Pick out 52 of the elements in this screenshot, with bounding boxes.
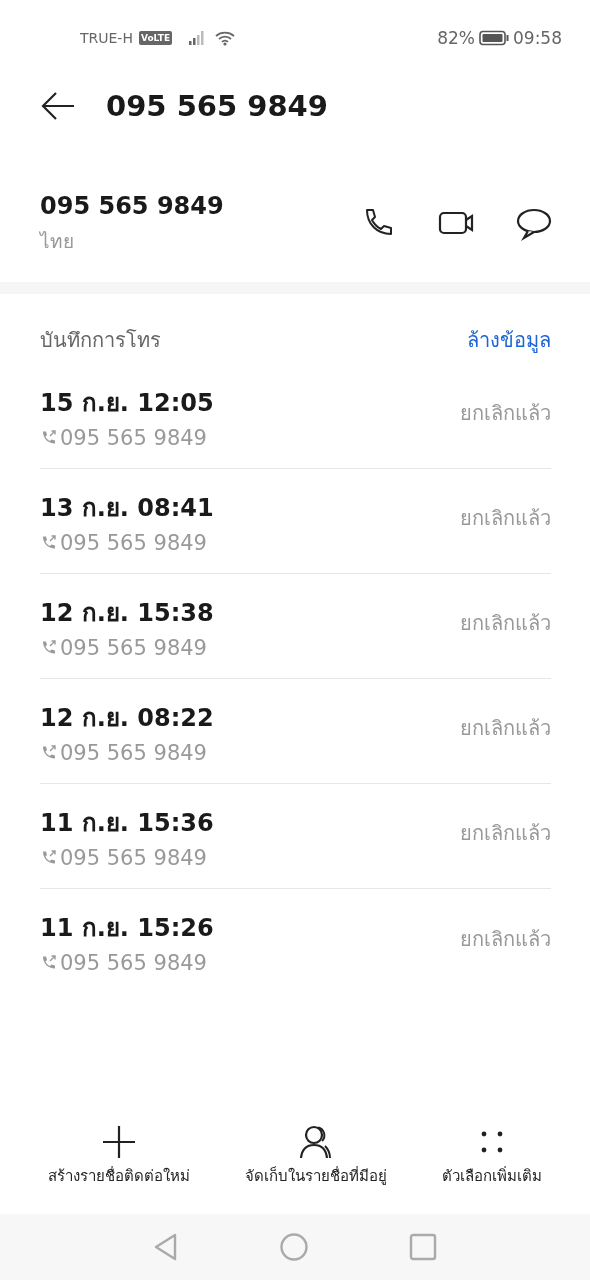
call-status: ยกเลิกแล้ว bbox=[460, 610, 551, 637]
outgoing-call-icon bbox=[40, 639, 56, 656]
call-status: ยกเลิกแล้ว bbox=[460, 505, 551, 532]
volte-badge: VoLTE bbox=[138, 31, 173, 45]
section-title: บันทึกการโทร bbox=[40, 327, 161, 354]
call-status: ยกเลิกแล้ว bbox=[460, 925, 551, 953]
call-status: ยกเลิกแล้ว bbox=[460, 400, 551, 427]
call-log-item[interactable]: 11 ก.ย. 15:26 095 565 9849 ยกเลิกแล้ว bbox=[40, 889, 551, 994]
outgoing-call-icon bbox=[40, 429, 56, 446]
call-status: ยกเลิกแล้ว bbox=[460, 715, 551, 742]
carrier-name: TRUE-H bbox=[80, 30, 133, 46]
call-status: ยกเลิกแล้ว bbox=[460, 820, 551, 847]
battery-percent: 82% bbox=[437, 28, 475, 48]
status-time: 09:58 bbox=[513, 28, 562, 48]
call-number: 095 565 9849 bbox=[60, 635, 207, 660]
action-button[interactable]: สร้างรายชื่อติดต่อใหม่ bbox=[47, 1124, 190, 1204]
back-button[interactable] bbox=[40, 91, 76, 121]
home-nav-icon bbox=[279, 1232, 309, 1262]
action-button[interactable]: จัดเก็บในรายชื่อที่มีอยู่ bbox=[245, 1124, 387, 1204]
people-icon bbox=[298, 1124, 334, 1160]
back-icon bbox=[40, 91, 76, 121]
battery-icon bbox=[479, 30, 509, 46]
call-log-item[interactable]: 13 ก.ย. 08:41 095 565 9849 ยกเลิกแล้ว bbox=[40, 469, 551, 574]
call-log-item[interactable]: 12 ก.ย. 15:38 095 565 9849 ยกเลิกแล้ว bbox=[40, 574, 551, 679]
back-nav-icon bbox=[153, 1232, 179, 1262]
call-datetime: 12 ก.ย. 08:22 bbox=[40, 702, 214, 734]
outgoing-call-icon bbox=[40, 849, 56, 866]
phone-number: 095 565 9849 bbox=[40, 192, 224, 220]
call-datetime: 12 ก.ย. 15:38 bbox=[40, 597, 214, 629]
speech-bubble-icon bbox=[516, 206, 552, 242]
outgoing-call-icon bbox=[40, 744, 56, 761]
call-datetime: 15 ก.ย. 12:05 bbox=[40, 387, 214, 419]
call-datetime: 11 ก.ย. 15:36 bbox=[40, 807, 214, 839]
call-number: 095 565 9849 bbox=[60, 951, 207, 975]
call-log-item[interactable]: 11 ก.ย. 15:36 095 565 9849 ยกเลิกแล้ว bbox=[40, 784, 551, 889]
call-number: 095 565 9849 bbox=[60, 845, 207, 870]
call-number: 095 565 9849 bbox=[60, 740, 207, 765]
call-number: 095 565 9849 bbox=[60, 530, 207, 555]
page-title: 095 565 9849 bbox=[106, 89, 328, 123]
plus-icon bbox=[100, 1124, 137, 1160]
call-datetime: 11 ก.ย. 15:26 bbox=[40, 913, 214, 944]
outgoing-call-icon bbox=[40, 955, 56, 971]
region-label: ไทย bbox=[40, 229, 75, 254]
outgoing-call-icon bbox=[40, 534, 56, 551]
message-button[interactable] bbox=[516, 206, 552, 242]
call-log-item[interactable]: 12 ก.ย. 08:22 095 565 9849 ยกเลิกแล้ว bbox=[40, 679, 551, 784]
call-number: 095 565 9849 bbox=[60, 425, 207, 450]
action-button[interactable]: ตัวเลือกเพิ่มเติม bbox=[442, 1124, 543, 1204]
call-datetime: 13 ก.ย. 08:41 bbox=[40, 492, 214, 524]
recents-nav-icon bbox=[409, 1233, 437, 1261]
call-log-item[interactable]: 15 ก.ย. 12:05 095 565 9849 ยกเลิกแล้ว bbox=[40, 364, 551, 469]
clear-link[interactable]: ล้างข้อมูล bbox=[467, 324, 551, 356]
